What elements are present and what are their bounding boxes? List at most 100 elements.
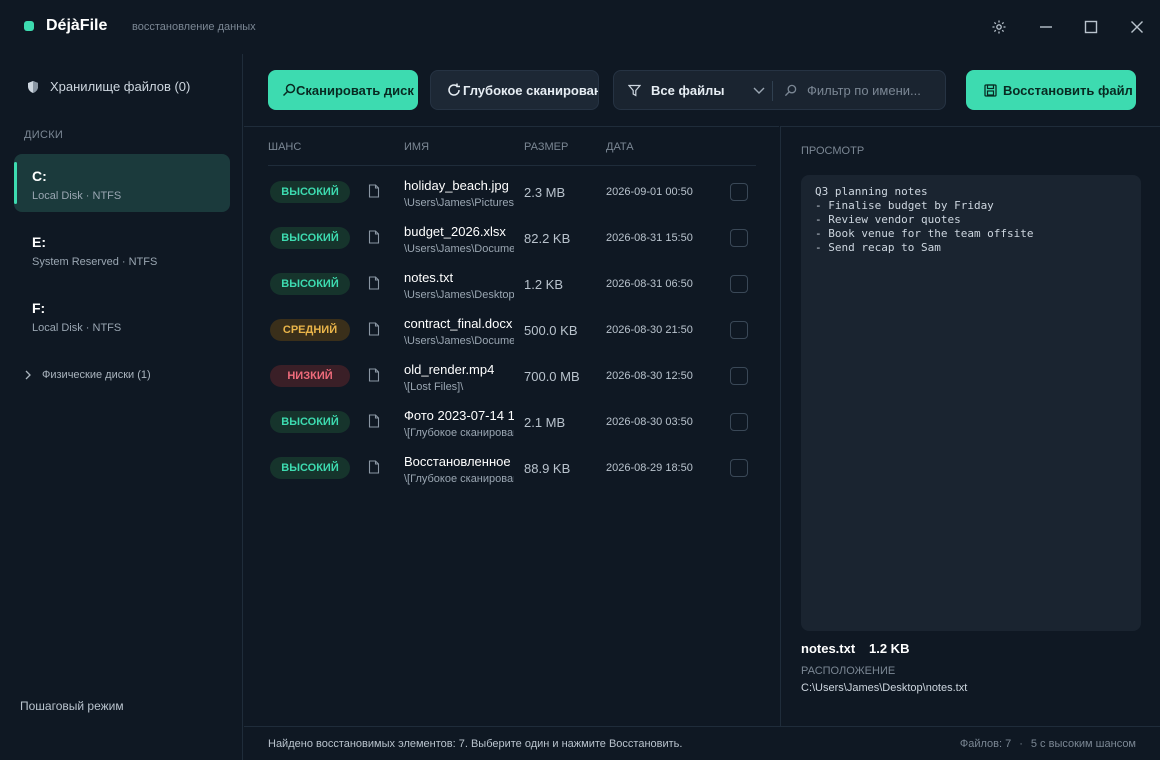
file-name: holiday_beach.jpg bbox=[404, 178, 509, 193]
file-icon bbox=[368, 276, 380, 290]
status-message: Найдено восстановимых элементов: 7. Выбе… bbox=[268, 738, 683, 750]
file-path: \Users\James\Desktop bbox=[404, 289, 514, 301]
preview-file-size: 1.2 KB bbox=[869, 641, 910, 656]
table-row[interactable]: ВЫСОКИЙ budget_2026.xlsx \Users\James\Docu… bbox=[244, 217, 779, 263]
chance-badge: ВЫСОКИЙ bbox=[270, 181, 350, 203]
file-path: \Users\James\Documents bbox=[404, 243, 514, 255]
physical-disks-label: Физические диски (1) bbox=[42, 369, 151, 381]
row-checkbox[interactable] bbox=[730, 321, 748, 339]
row-checkbox[interactable] bbox=[730, 413, 748, 431]
file-size: 82.2 KB bbox=[524, 231, 571, 246]
chance-badge: ВЫСОКИЙ bbox=[270, 227, 350, 249]
minimize-button[interactable] bbox=[1033, 14, 1059, 40]
file-name: Восстановленное bbox=[404, 454, 511, 469]
file-path: \[Глубокое сканирование] bbox=[404, 473, 514, 485]
file-size: 500.0 KB bbox=[524, 323, 578, 338]
preview-file-name: notes.txt bbox=[801, 641, 856, 656]
search-icon bbox=[784, 84, 797, 96]
chance-badge: СРЕДНИЙ bbox=[270, 319, 350, 341]
table-row[interactable]: ВЫСОКИЙ Восстановленное \[Глубокое сканиро… bbox=[244, 447, 779, 493]
table-row[interactable]: СРЕДНИЙ contract_final.docx \Users\James\D… bbox=[244, 309, 779, 355]
file-name: notes.txt bbox=[404, 270, 454, 285]
maximize-button[interactable] bbox=[1078, 14, 1104, 40]
save-icon bbox=[984, 83, 997, 97]
file-name: old_render.mp4 bbox=[404, 362, 495, 377]
title-bar: DéjàFile восстановление данных bbox=[0, 0, 1160, 54]
location-label: РАСПОЛОЖЕНИЕ bbox=[801, 665, 896, 677]
chevron-down-icon bbox=[753, 87, 765, 94]
file-type-select[interactable]: Все файлы bbox=[614, 71, 774, 109]
deep-scan-button[interactable]: Глубокое сканирование bbox=[430, 70, 599, 110]
file-size: 88.9 KB bbox=[524, 461, 571, 476]
table-row[interactable]: ВЫСОКИЙ Фото 2023-07-14 1 \[Глубокое скани… bbox=[244, 401, 779, 447]
row-checkbox[interactable] bbox=[730, 367, 748, 385]
restore-file-button[interactable]: Восстановить файл bbox=[966, 70, 1136, 110]
file-date: 2026-08-29 18:50 bbox=[606, 462, 693, 474]
file-icon bbox=[368, 184, 380, 198]
status-separator: · bbox=[1019, 738, 1023, 750]
file-vault-link[interactable]: Хранилище файлов (0) bbox=[26, 79, 190, 94]
shield-icon bbox=[28, 80, 38, 93]
file-icon bbox=[368, 230, 380, 244]
file-path: \[Глубокое сканирование] bbox=[404, 427, 514, 439]
filter-divider bbox=[772, 81, 773, 101]
chance-badge: НИЗКИЙ bbox=[270, 365, 350, 387]
row-checkbox[interactable] bbox=[730, 183, 748, 201]
file-icon bbox=[368, 414, 380, 428]
file-icon bbox=[368, 368, 380, 382]
disk-item-c[interactable]: C: Local Disk · NTFS bbox=[14, 154, 230, 212]
file-icon bbox=[368, 322, 380, 336]
chance-badge: ВЫСОКИЙ bbox=[270, 457, 350, 479]
disk-letter: F: bbox=[32, 300, 46, 316]
disks-section-label: ДИСКИ bbox=[24, 129, 64, 141]
funnel-icon bbox=[628, 84, 641, 97]
settings-gear-icon[interactable] bbox=[986, 14, 1012, 40]
files-count: Файлов: 7 bbox=[959, 738, 1012, 750]
step-mode-link[interactable]: Пошаговый режим bbox=[20, 699, 124, 713]
name-filter-input[interactable]: Фильтр по имени... bbox=[784, 71, 944, 109]
disk-meta: System Reserved · NTFS bbox=[32, 256, 158, 268]
disk-letter: E: bbox=[32, 234, 46, 250]
disk-item-e[interactable]: E: System Reserved · NTFS bbox=[14, 220, 230, 278]
scan-disk-button[interactable]: Сканировать диск bbox=[268, 70, 418, 110]
file-date: 2026-08-31 15:50 bbox=[606, 232, 693, 244]
name-filter-placeholder: Фильтр по имени... bbox=[807, 82, 921, 98]
close-button[interactable] bbox=[1124, 14, 1150, 40]
table-row[interactable]: ВЫСОКИЙ notes.txt \Users\James\Desktop 1.2 … bbox=[244, 263, 779, 309]
column-header-date[interactable]: ДАТА bbox=[606, 141, 634, 153]
table-row[interactable]: НИЗКИЙ old_render.mp4 \[Lost Files]\ 700.0 … bbox=[244, 355, 779, 401]
chevron-right-icon bbox=[25, 370, 31, 380]
sidebar: Хранилище файлов (0) ДИСКИ C: Local Disk… bbox=[0, 54, 243, 760]
app-subtitle: восстановление данных bbox=[132, 21, 256, 33]
file-date: 2026-08-31 06:50 bbox=[606, 278, 693, 290]
file-size: 2.1 MB bbox=[524, 415, 566, 430]
scan-disk-label: Сканировать диск bbox=[296, 82, 414, 98]
app-logo-icon bbox=[24, 21, 34, 31]
file-date: 2026-09-01 00:50 bbox=[606, 186, 693, 198]
column-header-name[interactable]: ИМЯ bbox=[404, 141, 429, 153]
file-list: ШАНС ИМЯ РАЗМЕР ДАТА ВЫСОКИЙ holiday_beac… bbox=[244, 126, 779, 726]
table-row[interactable]: ВЫСОКИЙ holiday_beach.jpg \Users\James\Pic… bbox=[244, 171, 779, 217]
app-name: DéjàFile bbox=[46, 17, 108, 34]
file-icon bbox=[368, 460, 380, 474]
physical-disks-toggle[interactable]: Физические диски (1) bbox=[24, 369, 151, 381]
disk-meta: Local Disk · NTFS bbox=[32, 190, 122, 202]
file-size: 2.3 MB bbox=[524, 185, 566, 200]
file-name: budget_2026.xlsx bbox=[404, 224, 506, 239]
file-name: contract_final.docx bbox=[404, 316, 513, 331]
row-checkbox[interactable] bbox=[730, 275, 748, 293]
file-type-select-value: Все файлы bbox=[651, 82, 725, 98]
row-checkbox[interactable] bbox=[730, 459, 748, 477]
refresh-icon bbox=[448, 83, 460, 96]
filter-bar: Все файлы Фильтр по имени... bbox=[613, 70, 946, 110]
file-path: \Users\James\Pictures bbox=[404, 197, 514, 209]
restore-file-label: Восстановить файл bbox=[1003, 82, 1133, 98]
column-header-chance[interactable]: ШАНС bbox=[268, 141, 301, 153]
column-header-size[interactable]: РАЗМЕР bbox=[524, 141, 568, 153]
file-name: Фото 2023-07-14 1 bbox=[404, 408, 514, 423]
status-counts: Файлов: 7 · 5 с высоким шансом bbox=[960, 738, 1136, 750]
file-location: C:\Users\James\Desktop\notes.txt bbox=[801, 682, 968, 694]
file-size: 1.2 KB bbox=[524, 277, 564, 292]
disk-item-f[interactable]: F: Local Disk · NTFS bbox=[14, 286, 230, 344]
row-checkbox[interactable] bbox=[730, 229, 748, 247]
